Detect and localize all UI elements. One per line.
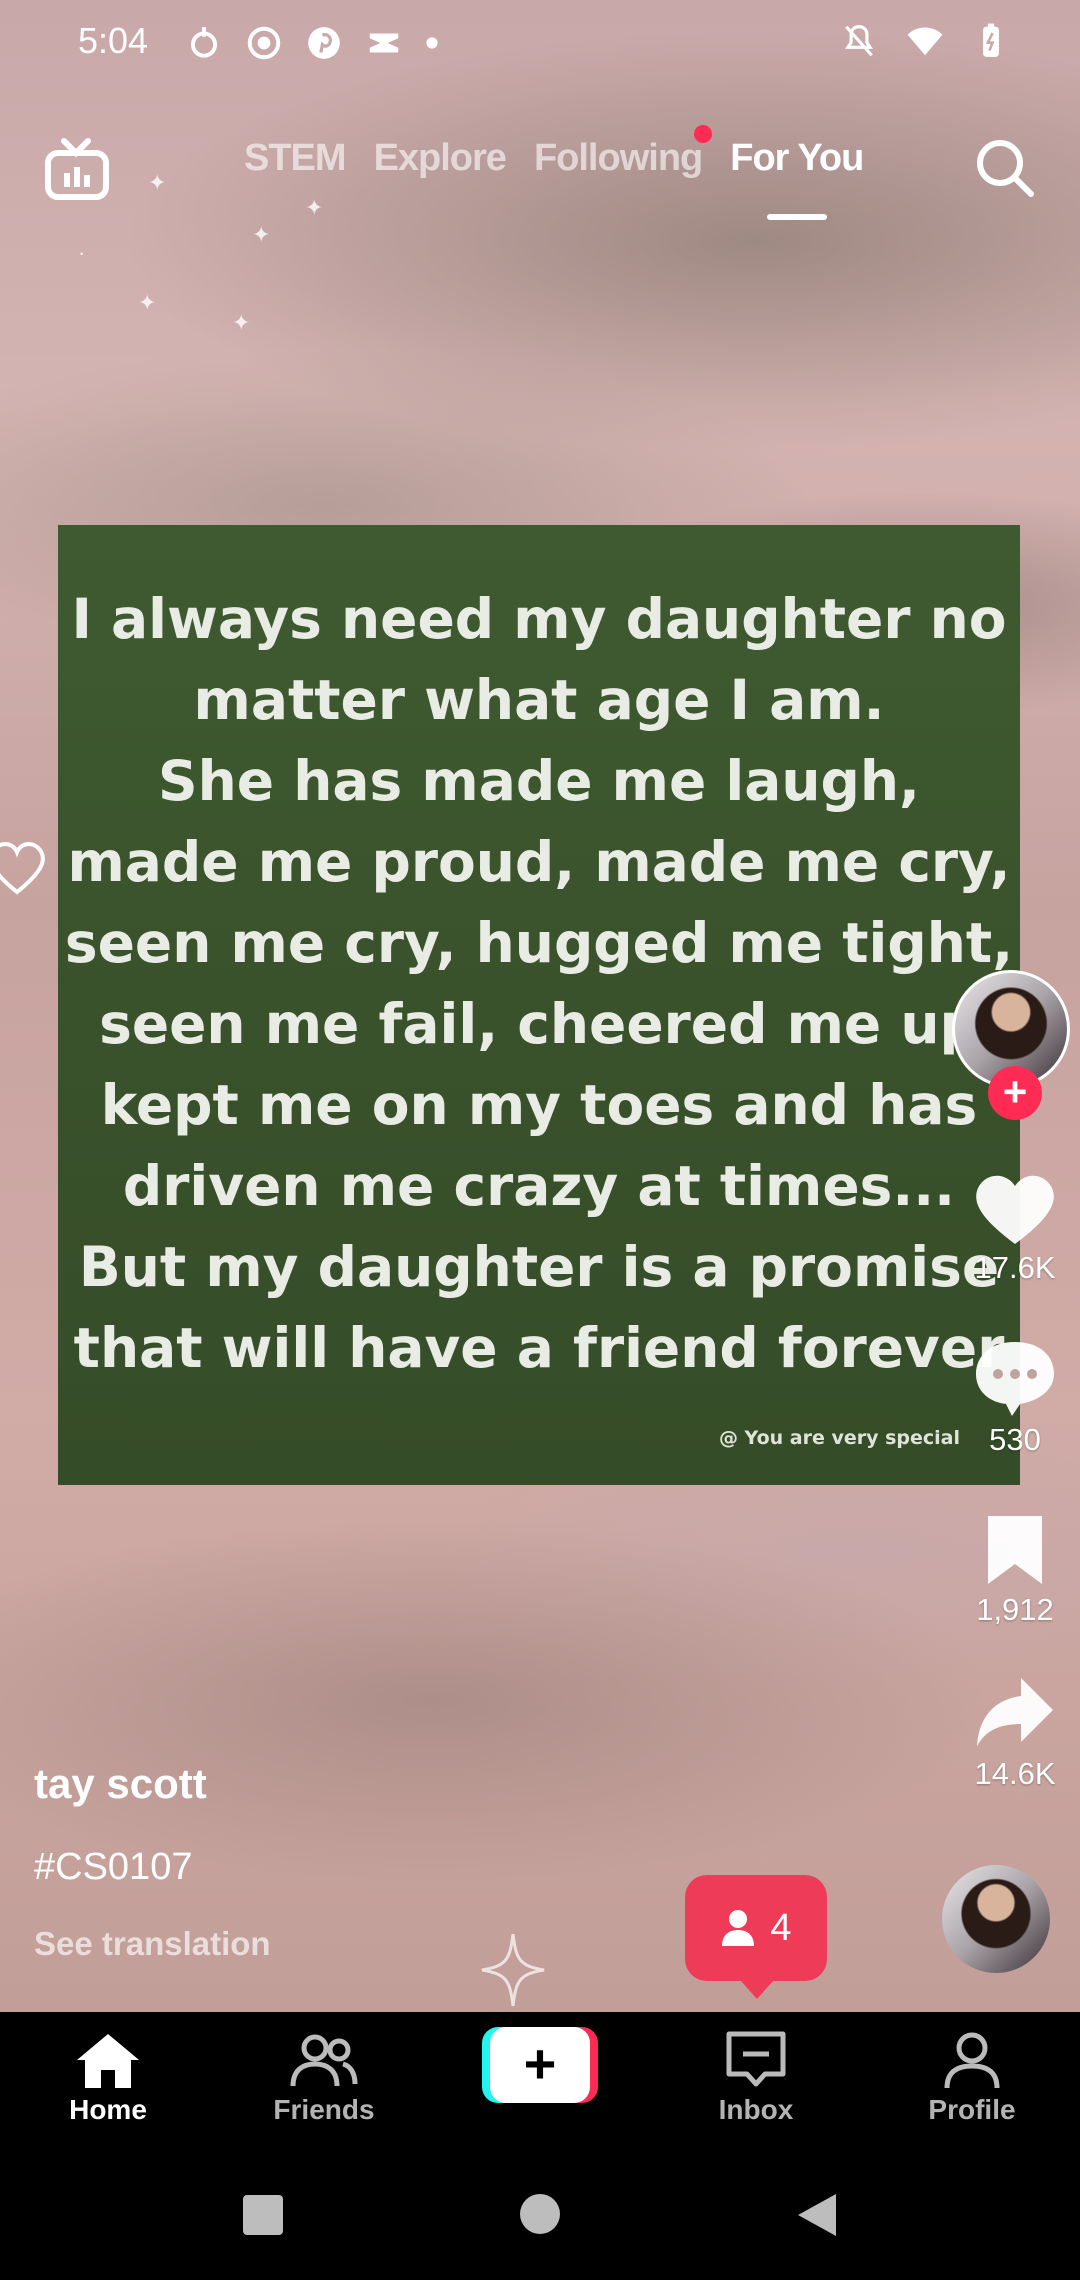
sparkle-icon: · [78, 240, 86, 265]
sound-avatar[interactable] [942, 1865, 1050, 1973]
heart-icon [976, 1175, 1054, 1244]
system-navigation-bar [0, 2144, 1080, 2280]
nav-label: Profile [928, 2094, 1016, 2125]
quote-card: I always need my daughter no matter what… [58, 525, 1020, 1485]
tab-following-label: Following [533, 137, 703, 179]
sparkle-icon: ✦ [138, 290, 157, 315]
pinterest-icon [308, 27, 340, 59]
person-icon [722, 1910, 755, 1946]
quote-line: seen me cry, hugged me tight, [64, 911, 1014, 975]
share-count: 14.6K [974, 1756, 1056, 1791]
search-icon[interactable] [972, 135, 1038, 201]
quote-line: driven me crazy at times... [122, 1154, 956, 1218]
notification-dot [694, 125, 713, 143]
profile-icon [944, 2032, 1000, 2089]
watermark: @ You are very special [718, 1427, 960, 1449]
share-button[interactable]: 14.6K [950, 1672, 1080, 1792]
sparkle-icon [481, 1933, 545, 2007]
nav-friends[interactable]: Friends [244, 2030, 404, 2126]
quote-line: matter what age I am. [193, 668, 885, 732]
recents-icon[interactable] [240, 2192, 286, 2238]
username[interactable]: tay scott [34, 1760, 271, 1808]
nav-inbox[interactable]: Inbox [676, 2030, 836, 2126]
friends-icon [290, 2034, 358, 2087]
status-time: 5:04 [78, 20, 149, 61]
plus-icon: + [490, 2027, 590, 2103]
nav-profile[interactable]: Profile [892, 2030, 1052, 2126]
tab-stem[interactable]: STEM [244, 137, 347, 180]
friends-activity-popup[interactable]: 4 [685, 1875, 827, 1999]
dot-icon [426, 37, 438, 49]
quote-line: made me proud, made me cry, [67, 830, 1011, 894]
like-count: 17.6K [974, 1250, 1056, 1285]
quote-line: But my daughter is a promise [78, 1235, 1000, 1299]
quote-line: that will have a friend forever [73, 1316, 1005, 1380]
nav-home[interactable]: Home [28, 2030, 188, 2126]
record-icon [247, 26, 281, 60]
live-tv-icon[interactable] [42, 135, 112, 205]
comment-count: 530 [989, 1422, 1041, 1457]
sync-icon [190, 27, 218, 58]
see-translation-link[interactable]: See translation [34, 1925, 271, 1963]
mute-icon [844, 25, 874, 57]
tab-explore[interactable]: Explore [374, 137, 507, 180]
save-button[interactable]: 1,912 [950, 1512, 1080, 1628]
tab-for-you-label: For You [730, 137, 864, 179]
bookmark-icon [988, 1516, 1042, 1584]
home-circle-icon[interactable] [518, 2192, 562, 2236]
capcut-icon [369, 33, 399, 53]
sparkle-icon: ✦ [232, 310, 251, 335]
home-icon [77, 2034, 139, 2088]
status-bar: 5:04 [0, 0, 1080, 84]
quote-text: I always need my daughter no matter what… [58, 579, 1020, 1389]
comment-icon [976, 1342, 1054, 1416]
top-nav: STEM Explore Following For You [0, 115, 1080, 235]
tab-following[interactable]: Following [533, 125, 713, 180]
inbox-icon [726, 2031, 786, 2087]
quote-line: kept me on my toes and has [100, 1073, 978, 1137]
like-button[interactable]: 17.6K [950, 1170, 1080, 1286]
bottom-nav: Home Friends + Inbox Profile [0, 2012, 1080, 2144]
quote-line: She has made me laugh, [158, 749, 920, 813]
save-count: 1,912 [976, 1592, 1054, 1627]
creator-avatar-button[interactable]: + [952, 970, 1070, 1120]
quote-line: I always need my daughter no [71, 587, 1007, 651]
quote-line: seen me fail, cheered me up [99, 992, 979, 1056]
active-tab-indicator [766, 214, 827, 220]
feed-tabs: STEM Explore Following For You [244, 125, 864, 220]
battery-icon [983, 23, 999, 57]
friends-count: 4 [770, 1906, 792, 1949]
heart-outline-icon [0, 842, 45, 895]
back-icon[interactable] [796, 2192, 838, 2238]
wifi-icon [907, 27, 943, 56]
nav-label: Home [69, 2094, 147, 2125]
hashtag[interactable]: #CS0107 [34, 1846, 271, 1889]
nav-label: Friends [273, 2094, 375, 2125]
caption: tay scott #CS0107 See translation [34, 1760, 271, 1963]
nav-label: Inbox [718, 2094, 794, 2125]
comment-button[interactable]: 530 [950, 1338, 1080, 1458]
create-button[interactable]: + [482, 2027, 598, 2103]
follow-button[interactable]: + [988, 1066, 1042, 1120]
share-icon [977, 1678, 1053, 1746]
tab-for-you[interactable]: For You [730, 137, 864, 220]
